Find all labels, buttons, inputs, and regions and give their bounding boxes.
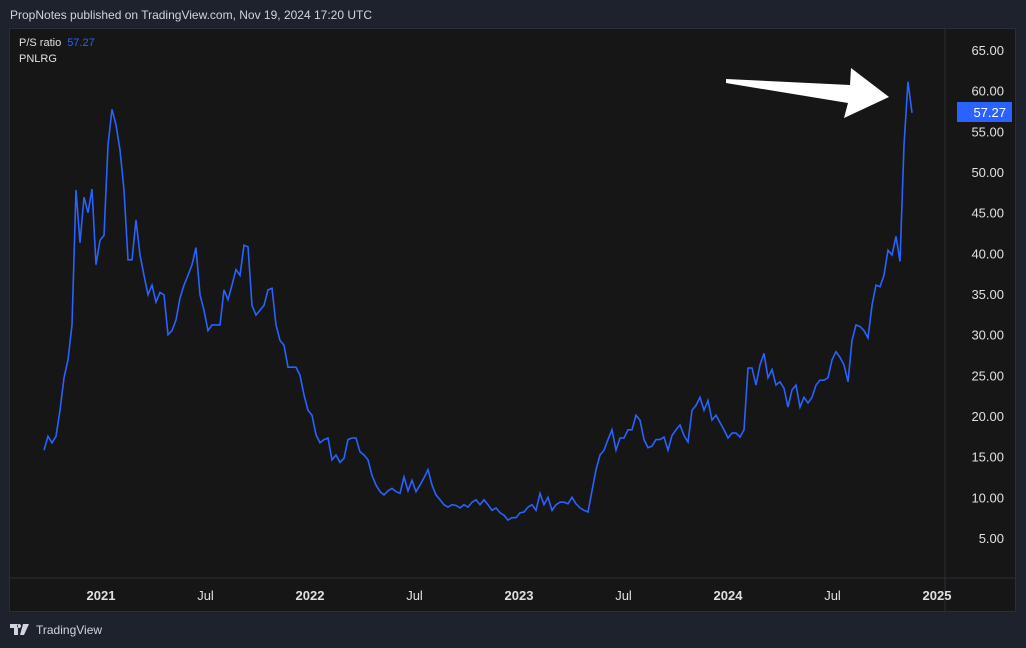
chart-svg: 65.00 60.00 55.00 50.00 45.00 40.00 35.00 30.00… — [10, 29, 1015, 611]
y-tick-label: 5.00 — [979, 531, 1004, 546]
y-tick-label: 60.00 — [971, 84, 1004, 99]
ps-ratio-line — [43, 81, 913, 522]
x-tick-label: Jul — [406, 588, 423, 603]
x-tick-label: 2023 — [505, 588, 534, 603]
x-tick-label: Jul — [197, 588, 214, 603]
x-tick-label: 2024 — [714, 588, 744, 603]
y-tick-label: 65.00 — [971, 43, 1004, 58]
tradingview-logo-icon — [10, 624, 29, 635]
y-tick-label: 35.00 — [971, 287, 1004, 302]
last-value-label: 57.27 — [973, 105, 1006, 120]
y-tick-label: 30.00 — [971, 328, 1004, 343]
x-tick-label: 2022 — [296, 588, 325, 603]
y-tick-label: 10.00 — [971, 490, 1004, 505]
footer[interactable]: TradingView — [10, 623, 102, 637]
y-tick-label: 40.00 — [971, 246, 1004, 261]
y-tick-label: 20.00 — [971, 409, 1004, 424]
x-tick-label: Jul — [615, 588, 632, 603]
y-tick-label: 50.00 — [971, 165, 1004, 180]
y-tick-label: 45.00 — [971, 206, 1004, 221]
x-tick-label: Jul — [824, 588, 841, 603]
legend: P/S ratio 57.27 PNLRG — [19, 35, 95, 67]
y-tick-label: 55.00 — [971, 124, 1004, 139]
y-tick-label: 25.00 — [971, 368, 1004, 383]
arrow-annotation — [726, 68, 889, 118]
y-tick-label: 15.00 — [971, 450, 1004, 465]
x-tick-label: 2025 — [923, 588, 952, 603]
legend-symbol: PNLRG — [19, 53, 57, 65]
legend-indicator: P/S ratio — [19, 37, 62, 49]
legend-value: 57.27 — [67, 37, 95, 49]
x-tick-label: 2021 — [87, 588, 116, 603]
footer-brand: TradingView — [36, 623, 103, 637]
